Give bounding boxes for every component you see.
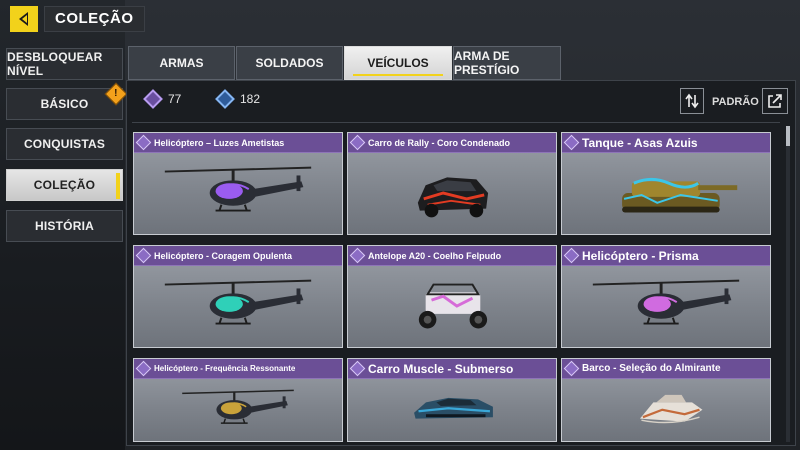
vehicle-card[interactable]: Helicóptero - Prisma [561, 245, 771, 348]
vehicle-image [348, 267, 556, 347]
card-name: Helicóptero - Prisma [582, 248, 699, 263]
nav-item-label: CONQUISTAS [23, 137, 106, 151]
rarity-icon [349, 360, 366, 377]
rarity-icon [563, 360, 580, 377]
nav-item-label: DESBLOQUEAR NÍVEL [7, 50, 103, 78]
vehicle-card[interactable]: Antelope A20 - Coelho Felpudo [347, 245, 557, 348]
tab-label: VEÍCULOS [367, 56, 429, 70]
card-header: Carro de Rally - Coro Condenado [348, 133, 556, 153]
card-header: Antelope A20 - Coelho Felpudo [348, 246, 556, 266]
vehicle-card[interactable]: Barco - Seleção do Almirante [561, 358, 771, 442]
nav-item-label: BÁSICO [40, 97, 89, 111]
tab-label: SOLDADOS [255, 56, 324, 70]
scrollbar-track[interactable] [786, 126, 790, 442]
card-header: Barco - Seleção do Almirante [562, 359, 770, 379]
vehicle-image [562, 267, 770, 347]
rarity-icon [135, 134, 152, 151]
rarity-icon [135, 247, 152, 264]
tab-vehicles[interactable]: VEÍCULOS [344, 46, 452, 80]
card-header: Tanque - Asas Azuis [562, 133, 770, 153]
tab-soldiers[interactable]: SOLDADOS [236, 46, 343, 80]
sort-button[interactable] [680, 88, 704, 114]
card-header: Helicóptero - Prisma [562, 246, 770, 266]
tab-label: ARMAS [159, 56, 204, 70]
card-name: Barco - Seleção do Almirante [582, 363, 721, 374]
vehicle-image [134, 154, 342, 234]
vehicle-image [562, 154, 770, 234]
back-button[interactable] [10, 6, 38, 32]
nav-item-unlock-level[interactable]: DESBLOQUEAR NÍVEL [6, 48, 123, 80]
nav-item-label: COLEÇÃO [33, 178, 96, 192]
card-name: Carro de Rally - Coro Condenado [368, 137, 511, 148]
nav-item-collection[interactable]: COLEÇÃO [6, 169, 123, 201]
share-icon [768, 94, 782, 108]
vehicle-card[interactable]: Carro Muscle - Submerso [347, 358, 557, 442]
rarity-icon [563, 134, 580, 151]
buggy-illustration [418, 283, 488, 329]
tab-label: ARMA DE PRESTÍGIO [454, 49, 520, 77]
vehicle-image [134, 267, 342, 347]
vehicle-image [562, 380, 770, 441]
card-name: Helicóptero - Frequência Ressonante [154, 364, 296, 373]
nav-item-achievements[interactable]: CONQUISTAS [6, 128, 123, 160]
nav-item-history[interactable]: HISTÓRIA [6, 210, 123, 242]
card-name: Helicóptero – Luzes Ametistas [154, 137, 285, 148]
sort-label: PADRÃO [712, 96, 759, 108]
vehicle-card[interactable]: Helicóptero – Luzes Ametistas [133, 132, 343, 235]
scrollbar-thumb[interactable] [786, 126, 790, 146]
vehicle-image [348, 380, 556, 441]
card-name: Antelope A20 - Coelho Felpudo [368, 250, 502, 261]
helicopter-illustration [592, 279, 740, 325]
nav-item-basic[interactable]: BÁSICO ! [6, 82, 128, 120]
purple-gem-icon [143, 89, 163, 109]
purple-currency-value: 77 [168, 92, 182, 106]
card-name: Helicóptero - Coragem Opulenta [154, 250, 293, 261]
card-header: Carro Muscle - Submerso [348, 359, 556, 379]
rarity-icon [135, 360, 152, 377]
boat-illustration [639, 394, 703, 424]
card-name: Carro Muscle - Submerso [368, 361, 514, 376]
vehicle-image [134, 380, 342, 441]
rarity-icon [349, 247, 366, 264]
vehicle-card[interactable]: Tanque - Asas Azuis [561, 132, 771, 235]
helicopter-illustration [182, 389, 294, 424]
rally-illustration [417, 177, 489, 218]
helicopter-illustration [164, 279, 312, 325]
muscle-illustration [414, 397, 493, 419]
vehicle-card[interactable]: Carro de Rally - Coro Condenado [347, 132, 557, 235]
blue-gem-icon [215, 89, 235, 109]
tank-illustration [622, 177, 738, 213]
rarity-icon [563, 247, 580, 264]
toolbar-divider [132, 122, 780, 123]
vehicle-card[interactable]: Helicóptero - Coragem Opulenta [133, 245, 343, 348]
card-name: Tanque - Asas Azuis [582, 135, 698, 150]
page-title: COLEÇÃO [44, 6, 145, 32]
card-header: Helicóptero - Coragem Opulenta [134, 246, 342, 266]
rarity-icon [349, 134, 366, 151]
helicopter-illustration [164, 166, 312, 212]
sort-arrows-icon [685, 93, 699, 109]
tab-prestige-weapon[interactable]: ARMA DE PRESTÍGIO [453, 46, 561, 80]
card-header: Helicóptero - Frequência Ressonante [134, 359, 342, 379]
back-arrow-icon [19, 12, 28, 26]
vehicle-card[interactable]: Helicóptero - Frequência Ressonante [133, 358, 343, 442]
card-header: Helicóptero – Luzes Ametistas [134, 133, 342, 153]
tab-weapons[interactable]: ARMAS [128, 46, 235, 80]
blue-currency-value: 182 [240, 92, 261, 106]
nav-item-label: HISTÓRIA [35, 219, 94, 233]
blue-currency: 182 [215, 89, 261, 109]
vehicle-image [348, 154, 556, 234]
purple-currency: 77 [143, 89, 182, 109]
share-button[interactable] [762, 88, 788, 114]
